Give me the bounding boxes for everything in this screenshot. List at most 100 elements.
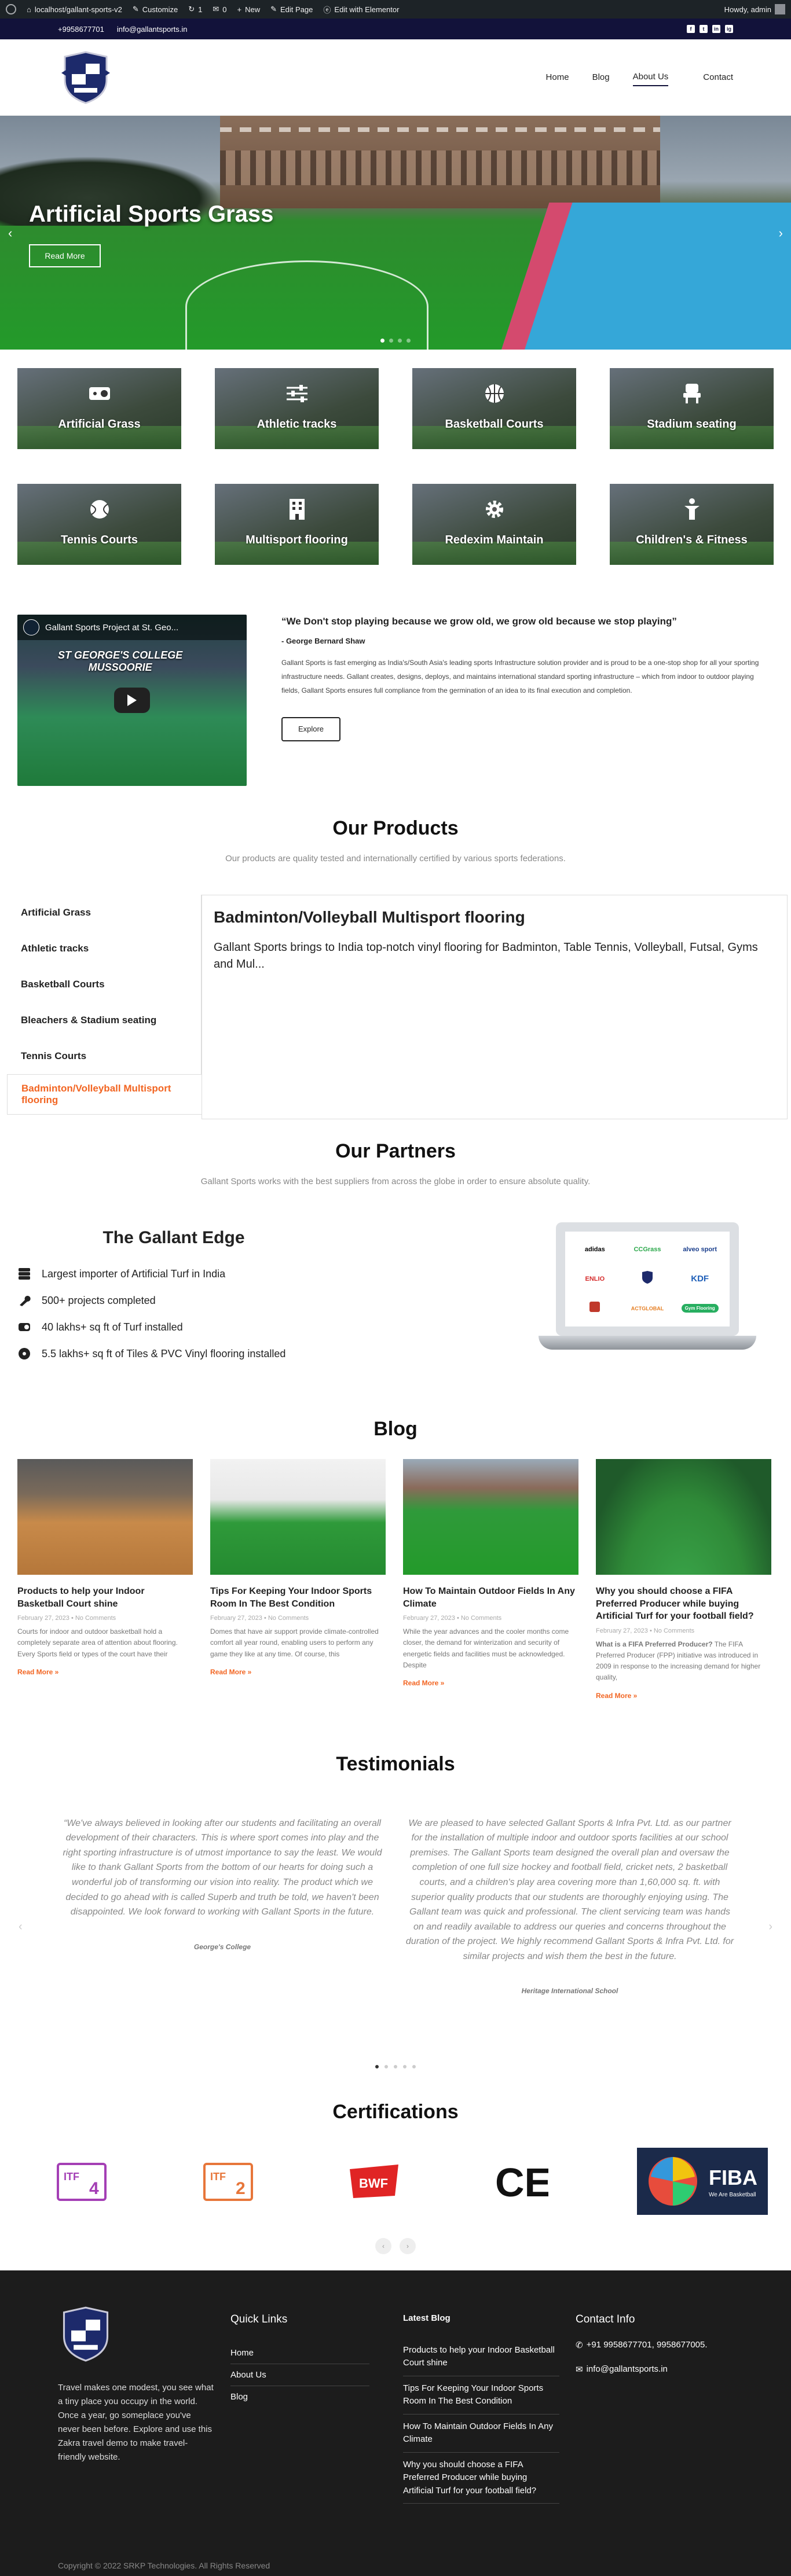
- nav-contact[interactable]: Contact: [703, 69, 733, 86]
- hero-dot[interactable]: [389, 339, 393, 343]
- mail-icon: ✉: [576, 2364, 583, 2375]
- post-thumbnail[interactable]: [210, 1459, 386, 1575]
- tab-artificial-grass[interactable]: Artificial Grass: [7, 895, 202, 931]
- tab-bleachers-stadium-seating[interactable]: Bleachers & Stadium seating: [7, 1002, 202, 1038]
- edge-item-text: Largest importer of Artificial Turf in I…: [42, 1267, 226, 1280]
- partner-logo-red-icon: [588, 1300, 601, 1316]
- home-icon: ⌂: [27, 5, 31, 14]
- hero-dot[interactable]: [380, 339, 384, 343]
- read-more-link[interactable]: Read More »: [596, 1692, 771, 1700]
- cert-prev-icon[interactable]: ‹: [375, 2237, 391, 2254]
- shield-logo-icon: [63, 2306, 109, 2362]
- post-title[interactable]: Tips For Keeping Your Indoor Sports Room…: [210, 1585, 386, 1610]
- nav-home[interactable]: Home: [546, 69, 569, 86]
- twitter-icon[interactable]: t: [700, 25, 708, 33]
- footer-blog-link[interactable]: How To Maintain Outdoor Fields In Any Cl…: [403, 2415, 559, 2453]
- play-icon[interactable]: [114, 688, 150, 713]
- nav-about-us[interactable]: About Us: [632, 68, 669, 86]
- cert-fiba-logo: FIBA We Are Basketball: [637, 2147, 768, 2215]
- partners-section: Our Partners Gallant Sports works with t…: [0, 1119, 791, 1367]
- instagram-icon[interactable]: ig: [725, 25, 733, 33]
- tab-badminton-volleyball[interactable]: Badminton/Volleyball Multisport flooring: [7, 1074, 202, 1115]
- read-more-link[interactable]: Read More »: [17, 1668, 193, 1676]
- hero-next-arrow-icon[interactable]: ›: [779, 226, 783, 241]
- admin-account[interactable]: Howdy, admin: [724, 4, 785, 14]
- service-card-redexim-maintain[interactable]: Redexim Maintain: [412, 484, 576, 565]
- service-card-artificial-grass[interactable]: Artificial Grass: [17, 368, 181, 449]
- linkedin-icon[interactable]: in: [712, 25, 720, 33]
- partner-logo-gym-flooring: Gym Flooring: [681, 1304, 719, 1313]
- footer-link-home[interactable]: Home: [230, 2342, 369, 2364]
- site-logo[interactable]: [58, 49, 113, 106]
- gallant-edge-list: The Gallant Edge Largest importer of Art…: [17, 1228, 330, 1367]
- post-title[interactable]: How To Maintain Outdoor Fields In Any Cl…: [403, 1585, 578, 1610]
- service-card-basketball-courts[interactable]: Basketball Courts: [412, 368, 576, 449]
- testimonial-next-icon[interactable]: ›: [768, 1920, 772, 1934]
- topbar-email[interactable]: info@gallantsports.in: [117, 25, 188, 34]
- testimonial-dot[interactable]: [384, 2064, 388, 2068]
- service-card-multisport-flooring[interactable]: Multisport flooring: [215, 484, 379, 565]
- wordpress-logo-icon[interactable]: [6, 4, 16, 14]
- service-card-childrens-fitness[interactable]: Children's & Fitness: [610, 484, 774, 565]
- footer-description: Travel makes one modest, you see what a …: [58, 2382, 214, 2462]
- admin-comments[interactable]: ✉ 0: [213, 5, 226, 14]
- admin-edit-elementor[interactable]: ⓔ Edit with Elementor: [323, 4, 399, 15]
- post-title[interactable]: Products to help your Indoor Basketball …: [17, 1585, 193, 1610]
- edge-item: 5.5 lakhs+ sq ft of Tiles & PVC Vinyl fl…: [17, 1340, 330, 1367]
- youtube-video-embed[interactable]: Gallant Sports Project at St. Geo... ST …: [17, 615, 247, 786]
- cert-fiba-text: FIBA: [709, 2166, 757, 2189]
- admin-site-name[interactable]: ⌂ localhost/gallant-sports-v2: [27, 5, 122, 14]
- footer-blog-link[interactable]: Why you should choose a FIFA Preferred P…: [403, 2453, 559, 2504]
- testimonial-dot[interactable]: [403, 2064, 407, 2068]
- cert-itf-text: ITF: [210, 2171, 226, 2182]
- admin-updates[interactable]: ↻ 1: [188, 5, 202, 14]
- footer-phone[interactable]: ✆ +91 9958677701, 9958677005.: [576, 2340, 748, 2350]
- person-icon: [679, 497, 705, 522]
- video-title[interactable]: Gallant Sports Project at St. Geo...: [45, 623, 178, 633]
- footer-blog-link[interactable]: Products to help your Indoor Basketball …: [403, 2338, 559, 2376]
- facebook-icon[interactable]: f: [687, 25, 695, 33]
- post-title[interactable]: Why you should choose a FIFA Preferred P…: [596, 1585, 771, 1623]
- edge-item-text: 500+ projects completed: [42, 1294, 156, 1306]
- testimonial-prev-icon[interactable]: ‹: [19, 1920, 23, 1934]
- hero-read-more-button[interactable]: Read More: [29, 244, 101, 267]
- admin-new[interactable]: + New: [237, 5, 261, 14]
- footer-email-text: info@gallantsports.in: [586, 2364, 668, 2375]
- read-more-link[interactable]: Read More »: [403, 1679, 578, 1687]
- topbar-phone[interactable]: +9958677701: [58, 25, 104, 34]
- testimonial-dot[interactable]: [394, 2064, 397, 2068]
- post-thumbnail[interactable]: [596, 1459, 771, 1575]
- refresh-icon: ↻: [188, 5, 195, 13]
- footer-blog-link[interactable]: Tips For Keeping Your Indoor Sports Room…: [403, 2376, 559, 2415]
- service-card-tennis-courts[interactable]: Tennis Courts: [17, 484, 181, 565]
- tab-tennis-courts[interactable]: Tennis Courts: [7, 1038, 202, 1074]
- cert-ce-logo: CE: [491, 2152, 550, 2210]
- main-nav: Home Blog About Us Contact: [546, 68, 733, 86]
- products-tab-panel: Badminton/Volleyball Multisport flooring…: [202, 895, 788, 1119]
- footer-logo[interactable]: [58, 2305, 230, 2366]
- footer-link-blog[interactable]: Blog: [230, 2386, 369, 2408]
- post-thumbnail[interactable]: [403, 1459, 578, 1575]
- hero-dot[interactable]: [398, 339, 402, 343]
- read-more-link[interactable]: Read More »: [210, 1668, 386, 1676]
- turf-roll-icon: [17, 1320, 31, 1334]
- testimonial-dot[interactable]: [375, 2064, 379, 2068]
- certifications-title: Certifications: [332, 2100, 459, 2123]
- hero-prev-arrow-icon[interactable]: ‹: [8, 226, 12, 241]
- service-card-athletic-tracks[interactable]: Athletic tracks: [215, 368, 379, 449]
- edge-item-text: 5.5 lakhs+ sq ft of Tiles & PVC Vinyl fl…: [42, 1347, 286, 1359]
- hero-dot[interactable]: [407, 339, 411, 343]
- service-card-stadium-seating[interactable]: Stadium seating: [610, 368, 774, 449]
- testimonial-dot[interactable]: [412, 2064, 416, 2068]
- footer-email[interactable]: ✉ info@gallantsports.in: [576, 2364, 748, 2375]
- admin-customize[interactable]: ✎ Customize: [133, 5, 178, 14]
- tab-athletic-tracks[interactable]: Athletic tracks: [7, 931, 202, 967]
- cert-next-icon[interactable]: ›: [400, 2237, 416, 2254]
- footer-link-about-us[interactable]: About Us: [230, 2364, 369, 2386]
- tab-basketball-courts[interactable]: Basketball Courts: [7, 967, 202, 1002]
- nav-blog[interactable]: Blog: [592, 69, 610, 86]
- post-thumbnail[interactable]: [17, 1459, 193, 1575]
- certifications-logos: ITF 4 ITF 2 BWF CE FIBA We Are Basketball: [52, 2147, 768, 2215]
- explore-button[interactable]: Explore: [281, 716, 340, 741]
- admin-edit-page[interactable]: ✎ Edit Page: [270, 5, 313, 14]
